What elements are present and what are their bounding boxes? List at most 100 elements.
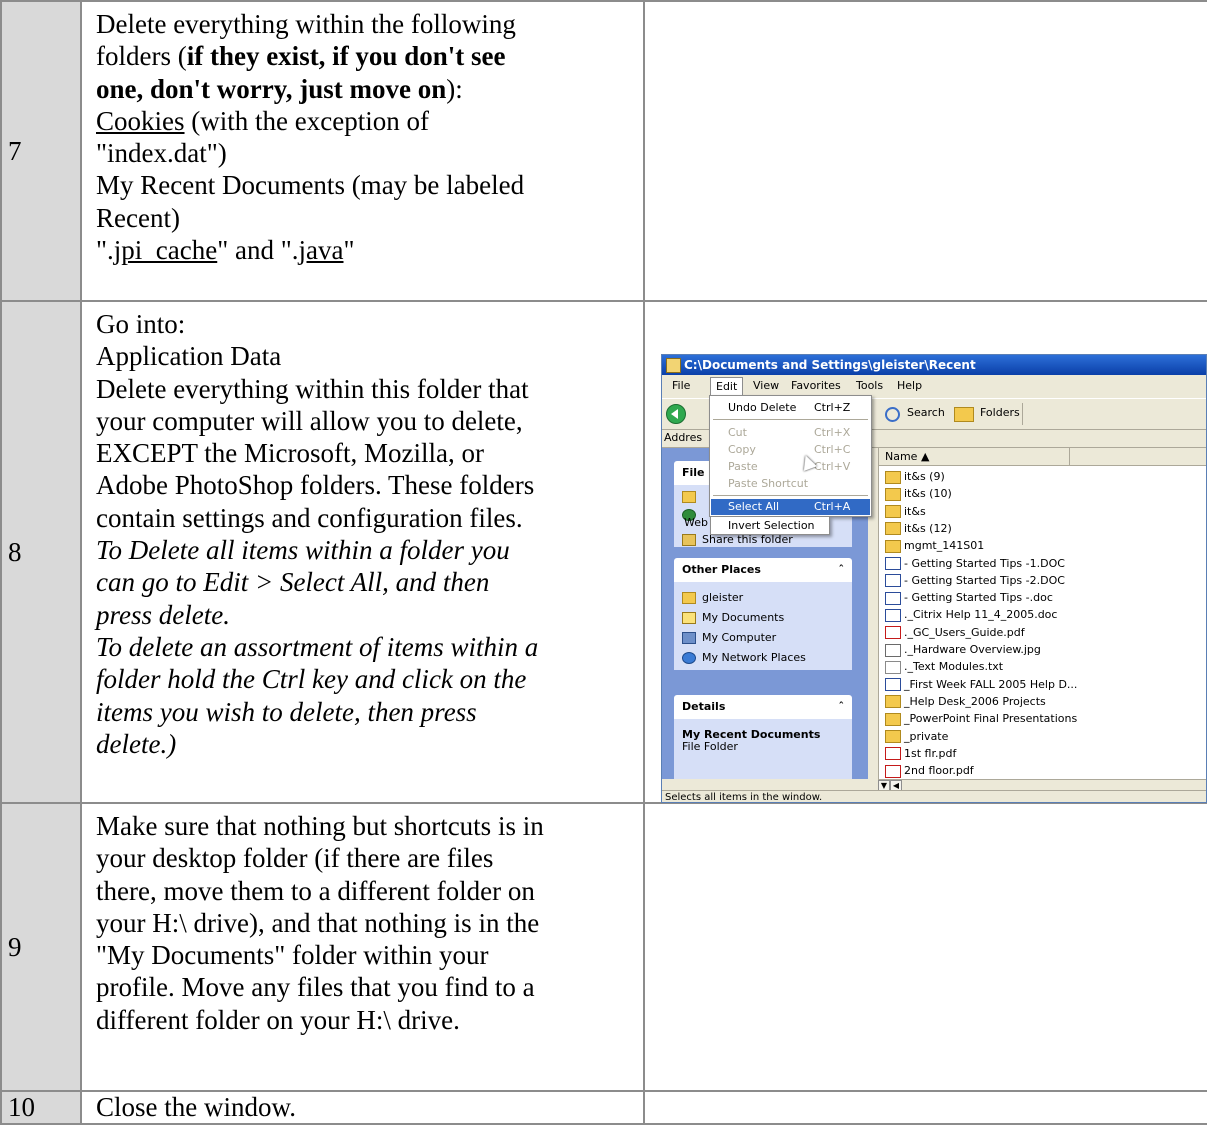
title-bar: C:\Documents and Settings\gleister\Recen… xyxy=(662,355,1206,375)
file-list-item[interactable]: ._Citrix Help 11_4_2005.doc xyxy=(885,606,1057,623)
menu-item-invert-selection[interactable]: Invert Selection xyxy=(710,517,830,535)
pdf-icon xyxy=(885,626,901,640)
step-number: 8 xyxy=(0,300,82,804)
file-list-item[interactable]: _First Week FALL 2005 Help D... xyxy=(885,676,1077,693)
place-my-computer[interactable]: My Computer xyxy=(682,630,776,646)
other-places-header[interactable]: Other Places ˆ xyxy=(674,558,852,582)
details-body: My Recent Documents File Folder xyxy=(674,719,852,779)
status-bar: Selects all items in the window. xyxy=(662,790,1206,802)
file-list-item[interactable]: _Help Desk_2006 Projects xyxy=(885,693,1046,710)
file-name: _private xyxy=(904,729,949,743)
file-list: Name ▲ it&s (9) it&s (10) it&s it&s (12) mgm… xyxy=(878,448,1206,779)
file-list-item[interactable]: it&s (9) xyxy=(885,468,945,485)
back-arrow-icon[interactable] xyxy=(666,404,686,424)
menu-help[interactable]: Help xyxy=(897,376,922,396)
menu-item-paste-shortcut: Paste Shortcut xyxy=(728,477,809,490)
folder-icon xyxy=(885,522,901,536)
file-list-item[interactable]: _PowerPoint Final Presentations xyxy=(885,710,1077,727)
step-text: Close the window. xyxy=(80,1090,645,1125)
collapse-chevron-icon[interactable]: ˆ xyxy=(839,695,845,719)
menu-separator xyxy=(713,495,868,496)
file-name: ._Citrix Help 11_4_2005.doc xyxy=(904,608,1058,622)
share-icon xyxy=(682,534,696,546)
place-my-network[interactable]: My Network Places xyxy=(682,650,806,666)
file-list-item[interactable]: ._Text Modules.txt xyxy=(885,658,1003,675)
place-gleister[interactable]: gleister xyxy=(682,590,743,606)
network-icon xyxy=(682,652,696,664)
folder-shortcut-icon xyxy=(885,695,901,709)
file-list-item[interactable]: _private xyxy=(885,728,948,745)
step-image-cell xyxy=(643,1090,1207,1125)
step-row: 9 Make sure that nothing but shortcuts i… xyxy=(0,802,1207,1092)
folder-icon xyxy=(885,505,901,519)
folder-shortcut-icon xyxy=(885,712,901,726)
file-name: _PowerPoint Final Presentations xyxy=(904,712,1078,726)
step-image-cell xyxy=(643,0,1207,302)
details-type: File Folder xyxy=(682,740,738,753)
word-doc-icon xyxy=(885,608,901,622)
search-icon xyxy=(885,407,900,422)
file-list-item[interactable]: - Getting Started Tips -2.DOC xyxy=(885,572,1065,589)
file-list-item[interactable]: 1st flr.pdf xyxy=(885,745,956,762)
other-places-body: gleister My Documents My Computer My Net… xyxy=(674,582,852,670)
menu-item-undo-delete[interactable]: Undo Delete Ctrl+Z xyxy=(711,399,870,416)
file-list-item[interactable]: it&s xyxy=(885,503,926,520)
file-list-item[interactable]: mgmt_141S01 xyxy=(885,537,984,554)
file-list-item[interactable]: - Getting Started Tips -1.DOC xyxy=(885,555,1065,572)
file-list-item[interactable]: 2nd floor.pdf xyxy=(885,762,974,779)
step-row: 7 Delete everything within the following… xyxy=(0,0,1207,302)
edit-menu: Undo Delete Ctrl+Z Cut Ctrl+X Copy Ctrl+C P… xyxy=(709,395,872,517)
computer-icon xyxy=(682,632,696,644)
word-doc-icon xyxy=(885,574,901,588)
file-name: it&s (9) xyxy=(904,470,945,483)
file-name: ._Text Modules.txt xyxy=(904,660,1004,674)
folders-icon xyxy=(954,407,974,422)
file-list-item[interactable]: ._Hardware Overview.jpg xyxy=(885,641,1041,658)
address-label: Addres xyxy=(664,431,703,444)
task-item[interactable] xyxy=(682,489,702,505)
menu-item-cut: Cut Ctrl+X xyxy=(728,426,851,439)
file-name: ._GC_Users_Guide.pdf xyxy=(904,625,1025,639)
task-item-web-label[interactable]: Web xyxy=(684,515,708,531)
word-doc-icon xyxy=(885,557,901,570)
collapse-chevron-icon[interactable]: ˆ xyxy=(839,558,845,582)
step-text: Make sure that nothing but shortcuts is … xyxy=(80,802,645,1092)
folder-icon xyxy=(885,470,901,484)
menu-favorites[interactable]: Favorites xyxy=(791,376,841,396)
menu-view[interactable]: View xyxy=(753,376,779,396)
word-doc-icon xyxy=(885,591,901,605)
explorer-screenshot: C:\Documents and Settings\gleister\Recen… xyxy=(661,354,1207,803)
file-name: 2nd floor.pdf xyxy=(904,764,974,778)
step-row: 10 Close the window. xyxy=(0,1090,1207,1125)
column-separator[interactable] xyxy=(1069,448,1070,465)
menu-edit[interactable]: Edit xyxy=(710,377,744,397)
step-image-cell xyxy=(643,802,1207,1092)
menu-item-copy: Copy Ctrl+C xyxy=(728,443,851,456)
column-name[interactable]: Name ▲ xyxy=(885,450,929,463)
file-list-item[interactable]: it&s (12) xyxy=(885,520,952,537)
file-list-item[interactable]: ._GC_Users_Guide.pdf xyxy=(885,624,1025,641)
step-number: 9 xyxy=(0,802,82,1092)
file-name: it&s (10) xyxy=(904,487,952,501)
file-name: ._Hardware Overview.jpg xyxy=(904,643,1041,656)
details-header[interactable]: Details ˆ xyxy=(674,695,852,719)
menu-bar: File Edit View Favorites Tools Help xyxy=(662,376,1206,397)
step-number: 7 xyxy=(0,0,82,302)
file-name: it&s (12) xyxy=(904,521,952,535)
column-header: Name ▲ xyxy=(879,448,1206,466)
menu-tools[interactable]: Tools xyxy=(856,376,883,396)
file-name: - Getting Started Tips -2.DOC xyxy=(904,573,1065,587)
folder-icon xyxy=(885,539,901,553)
menu-item-select-all[interactable]: Select All Ctrl+A xyxy=(711,499,870,515)
window-title: C:\Documents and Settings\gleister\Recen… xyxy=(684,358,976,372)
menu-file[interactable]: File xyxy=(672,376,690,396)
file-list-item[interactable]: - Getting Started Tips -.doc xyxy=(885,589,1053,606)
pdf-icon xyxy=(885,764,901,778)
text-file-icon xyxy=(885,660,901,674)
menu-item-paste: Paste Ctrl+V xyxy=(728,460,851,473)
file-list-item[interactable]: it&s (10) xyxy=(885,485,952,502)
toolbar-separator xyxy=(1022,403,1023,425)
file-name: _First Week FALL 2005 Help D... xyxy=(904,677,1078,691)
place-my-documents[interactable]: My Documents xyxy=(682,610,784,626)
folder-icon xyxy=(682,491,696,503)
